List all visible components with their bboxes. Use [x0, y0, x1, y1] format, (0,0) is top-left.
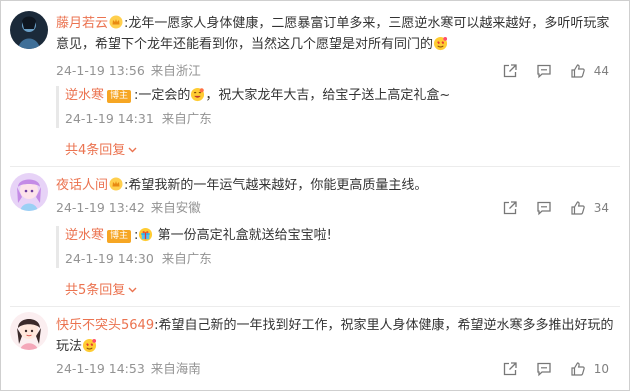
reply-date: 24-1-19 14:30	[65, 251, 154, 266]
thumbs-up-icon	[571, 201, 585, 215]
share-button[interactable]	[502, 200, 518, 216]
username[interactable]: 快乐不突头5649	[56, 318, 154, 333]
share-icon	[503, 201, 517, 215]
like-button[interactable]: 44	[570, 63, 609, 79]
more-replies-label: 共4条回复	[65, 143, 126, 158]
divider	[10, 166, 620, 167]
avatar[interactable]	[10, 11, 48, 49]
like-button[interactable]: 34	[570, 200, 609, 216]
reply-date: 24-1-19 14:31	[65, 111, 154, 126]
more-replies-label: 共5条回复	[65, 283, 126, 298]
smiling-face-emoji-icon	[191, 87, 205, 102]
username[interactable]: 藤月若云	[56, 16, 108, 31]
thumbs-up-icon	[571, 362, 585, 376]
comment-button[interactable]	[536, 200, 552, 216]
comment-button[interactable]	[536, 63, 552, 79]
avatar[interactable]	[10, 173, 48, 211]
share-icon	[503, 64, 517, 78]
share-button[interactable]	[502, 361, 518, 377]
heart-face-emoji-icon	[82, 338, 97, 353]
like-count: 44	[593, 64, 609, 78]
comment-location: 来自安徽	[150, 200, 201, 215]
like-button[interactable]: 10	[570, 361, 609, 377]
share-button[interactable]	[502, 63, 518, 79]
comment-icon	[537, 362, 551, 377]
gift-box-emoji-icon	[139, 227, 153, 242]
like-count: 10	[593, 362, 609, 376]
comment-icon	[537, 64, 551, 79]
comment-text: :龙年一愿家人身体健康，二愿暴富订单多来，三愿逆水寒可以越来越好，多听听玩家意见…	[56, 16, 610, 52]
chevron-down-icon	[128, 147, 137, 153]
vip-crown-icon	[109, 15, 123, 29]
comment-date: 24-1-19 13:42	[56, 200, 145, 215]
reply-location: 来自广东	[161, 251, 212, 266]
comment-panel: 藤月若云:龙年一愿家人身体健康，二愿暴富订单多来，三愿逆水寒可以越来越好，多听听…	[0, 0, 630, 391]
comment-location: 来自浙江	[150, 63, 201, 78]
reply-text-cont: 第一份高定礼盒就送给宝宝啦!	[157, 228, 332, 243]
reply-text-cont: ，祝大家龙年大吉，给宝子送上高定礼盒~	[205, 88, 451, 103]
reply-username[interactable]: 逆水寒	[65, 88, 104, 103]
comment-location: 来自海南	[150, 361, 201, 376]
username[interactable]: 夜话人间	[56, 178, 108, 193]
comment-date: 24-1-19 14:53	[56, 361, 145, 376]
comment-date: 24-1-19 13:56	[56, 63, 145, 78]
more-replies-link[interactable]: 共5条回复	[65, 279, 137, 298]
comment-icon	[537, 201, 551, 216]
divider	[10, 306, 620, 307]
author-badge: 博主	[107, 230, 132, 243]
heart-face-emoji-icon	[433, 36, 448, 51]
comment-button[interactable]	[536, 361, 552, 377]
vip-crown-icon	[109, 177, 123, 191]
author-badge: 博主	[107, 90, 132, 103]
thumbs-up-icon	[571, 64, 585, 78]
more-replies-link[interactable]: 共4条回复	[65, 139, 137, 158]
reply-text: :一定会的	[134, 88, 191, 103]
avatar[interactable]	[10, 312, 48, 350]
share-icon	[503, 362, 517, 376]
chevron-down-icon	[128, 287, 137, 293]
reply-username[interactable]: 逆水寒	[65, 228, 104, 243]
comment-text: :希望我新的一年运气越来越好，你能更高质量主线。	[124, 178, 428, 193]
reply-location: 来自广东	[161, 111, 212, 126]
like-count: 34	[593, 201, 609, 215]
